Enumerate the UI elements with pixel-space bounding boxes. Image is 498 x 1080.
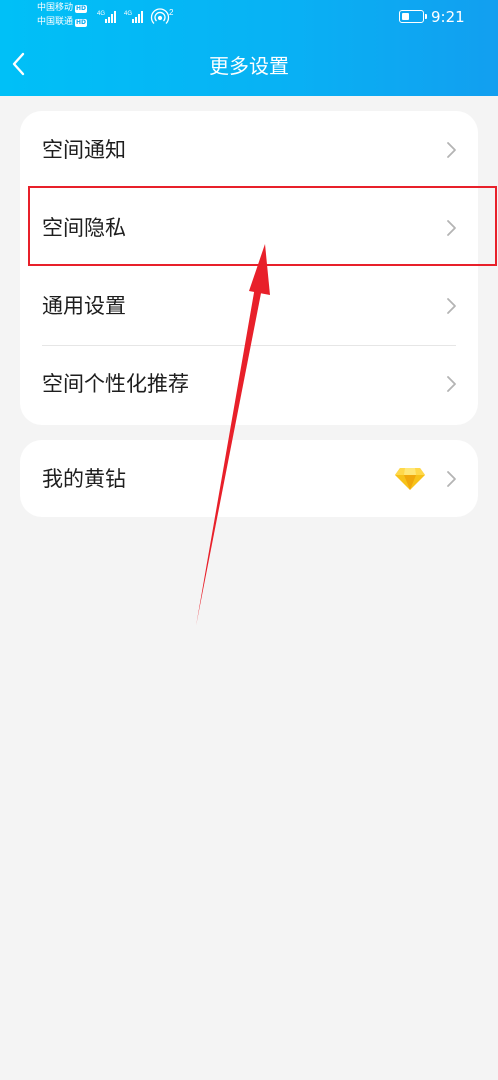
hotspot-icon bbox=[150, 8, 170, 24]
app-header: 中国移动 HD 中国联通 HD 4G 4G 2 9:21 更多设置 bbox=[0, 0, 498, 96]
network-2-label: 4G bbox=[124, 11, 132, 17]
settings-card-main: 空间通知 空间隐私 通用设置 空间个性化推荐 bbox=[20, 111, 478, 425]
signal-bars-1-icon bbox=[105, 11, 116, 23]
hotspot-count: 2 bbox=[169, 8, 174, 17]
chevron-right-icon bbox=[447, 298, 456, 314]
carrier-2: 中国联通 HD bbox=[37, 17, 88, 28]
setting-row-space-privacy[interactable]: 空间隐私 bbox=[20, 189, 478, 267]
yellow-diamond-icon bbox=[395, 468, 425, 490]
chevron-right-icon bbox=[447, 220, 456, 236]
setting-label: 空间通知 bbox=[42, 138, 126, 162]
setting-row-yellow-diamond[interactable]: 我的黄钻 bbox=[20, 440, 478, 518]
hd-badge: HD bbox=[75, 4, 88, 13]
chevron-right-icon bbox=[447, 471, 456, 487]
signal-icons: 4G 4G 2 bbox=[97, 8, 174, 24]
chevron-right-icon bbox=[447, 376, 456, 392]
setting-row-space-notification[interactable]: 空间通知 bbox=[20, 111, 478, 189]
status-bar: 中国移动 HD 中国联通 HD 4G 4G 2 9:21 bbox=[0, 0, 498, 34]
setting-row-general-settings[interactable]: 通用设置 bbox=[20, 267, 478, 345]
settings-card-vip: 我的黄钻 bbox=[20, 440, 478, 517]
status-time: 9:21 bbox=[431, 8, 465, 26]
carrier-1: 中国移动 HD bbox=[37, 3, 88, 14]
setting-label: 空间隐私 bbox=[42, 216, 126, 240]
hd-badge: HD bbox=[75, 18, 88, 27]
setting-row-personalized-recommendation[interactable]: 空间个性化推荐 bbox=[20, 345, 478, 423]
setting-label: 空间个性化推荐 bbox=[42, 372, 189, 396]
network-1-label: 4G bbox=[97, 11, 105, 17]
carrier-1-name: 中国移动 bbox=[37, 3, 74, 13]
battery-icon bbox=[399, 10, 427, 23]
setting-label: 我的黄钻 bbox=[42, 467, 126, 491]
chevron-right-icon bbox=[447, 142, 456, 158]
setting-label: 通用设置 bbox=[42, 294, 126, 318]
signal-bars-2-icon bbox=[132, 11, 143, 23]
page-title: 更多设置 bbox=[209, 54, 289, 78]
carrier-2-name: 中国联通 bbox=[37, 17, 74, 27]
battery-level bbox=[402, 13, 410, 20]
